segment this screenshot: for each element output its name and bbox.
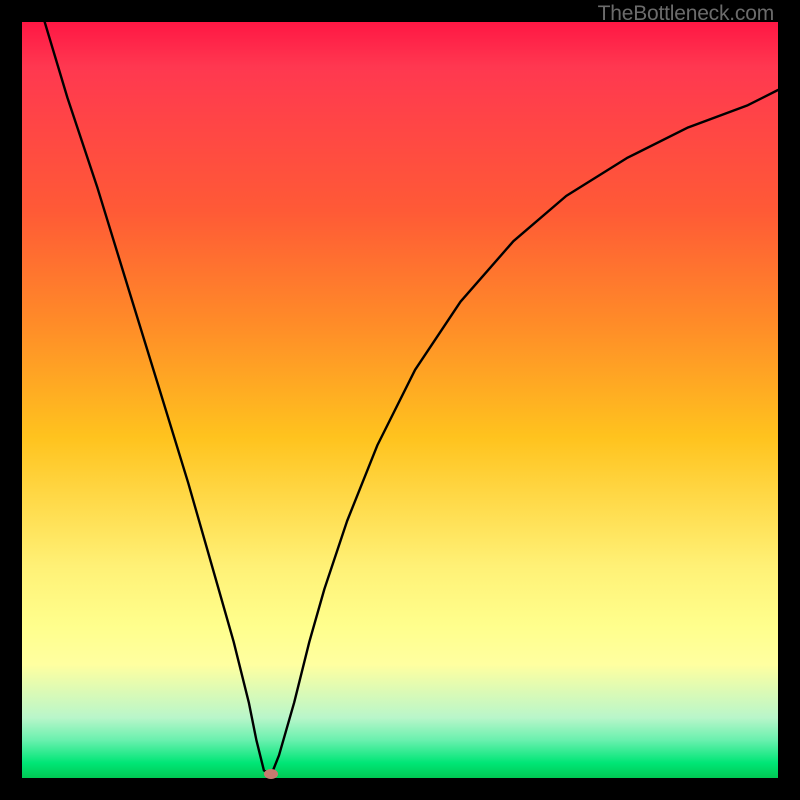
chart-plot-area [22, 22, 778, 778]
optimal-point-marker [264, 769, 278, 779]
bottleneck-curve [22, 22, 778, 778]
